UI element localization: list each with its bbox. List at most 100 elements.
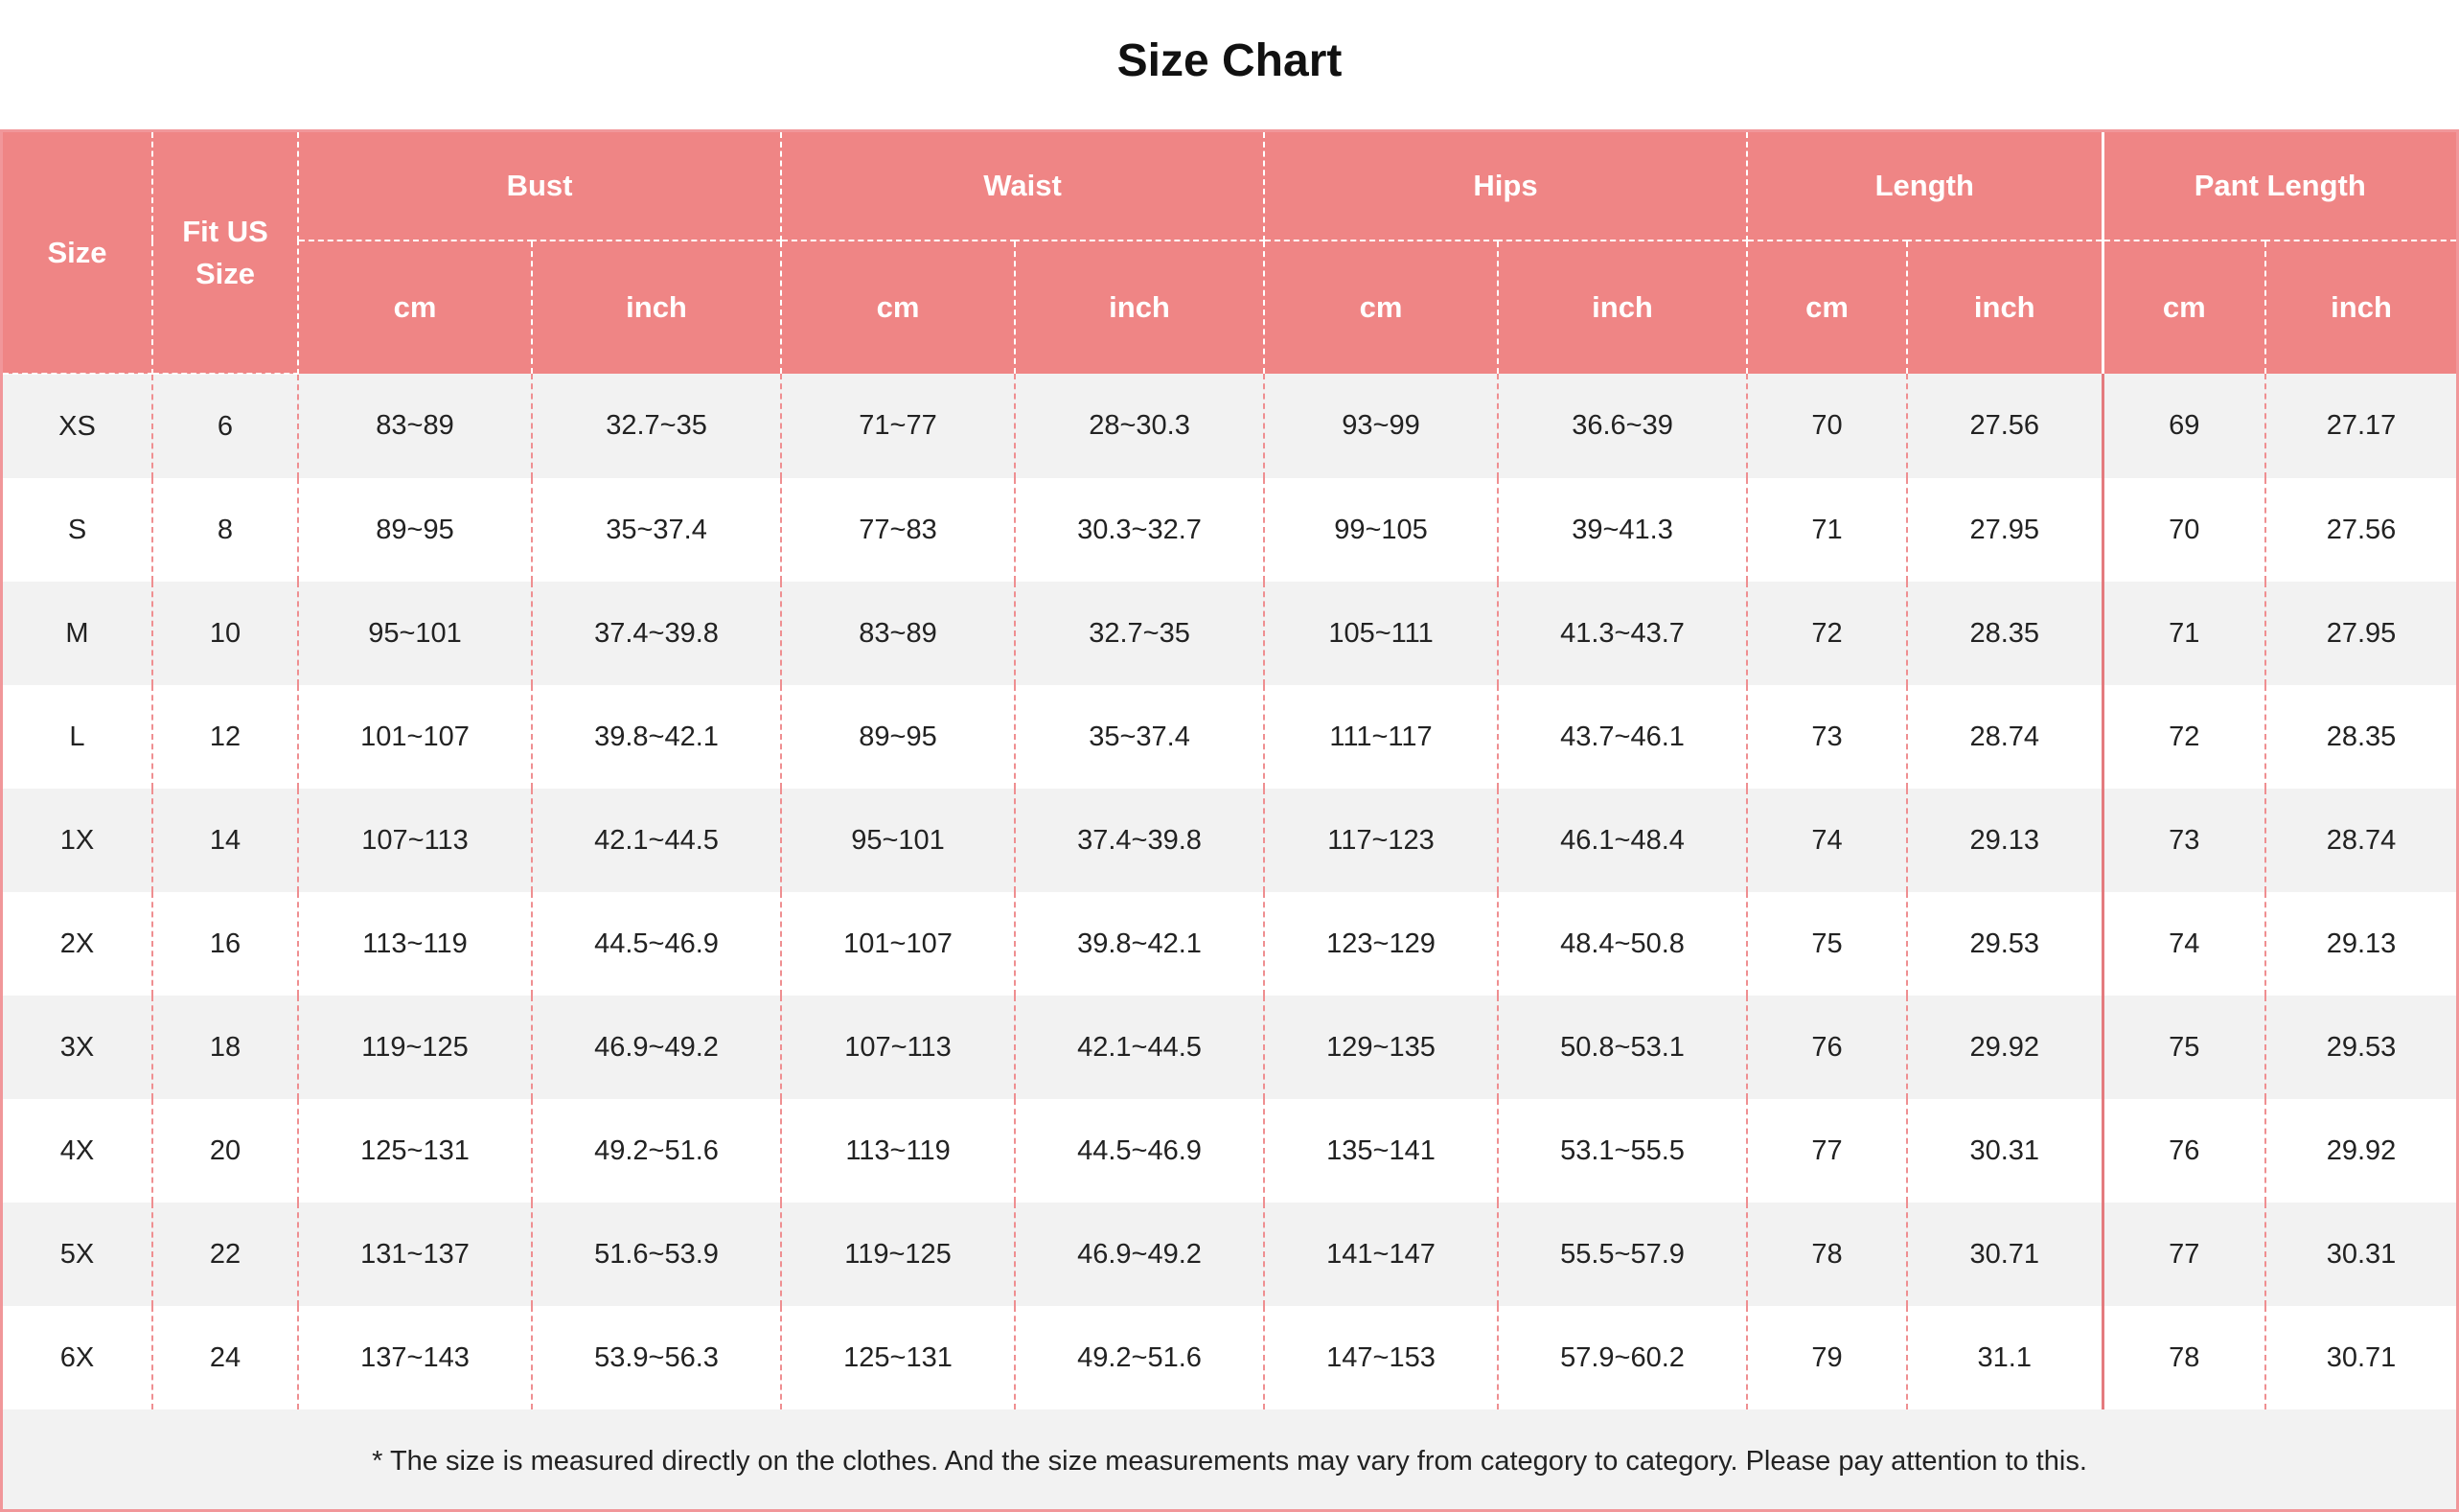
cell-length-inch: 27.95 bbox=[1907, 478, 2104, 582]
cell-length-cm: 73 bbox=[1747, 685, 1909, 789]
cell-hips-cm: 93~99 bbox=[1264, 374, 1500, 478]
header-hips-inch: inch bbox=[1498, 241, 1749, 374]
cell-waist-cm: 95~101 bbox=[781, 789, 1017, 892]
cell-size: 5X bbox=[3, 1203, 153, 1306]
header-hips: Hips bbox=[1264, 132, 1749, 241]
table-row: 1X 14 107~113 42.1~44.5 95~101 37.4~39.8 117~1… bbox=[3, 789, 2456, 892]
cell-length-inch: 30.71 bbox=[1907, 1203, 2104, 1306]
header-waist-cm: cm bbox=[781, 241, 1017, 374]
cell-size: XS bbox=[3, 374, 153, 478]
cell-size: 6X bbox=[3, 1306, 153, 1409]
cell-size: 2X bbox=[3, 892, 153, 996]
cell-waist-inch: 30.3~32.7 bbox=[1015, 478, 1266, 582]
cell-pant-length-cm: 78 bbox=[2103, 1306, 2267, 1409]
cell-waist-inch: 46.9~49.2 bbox=[1015, 1203, 1266, 1306]
cell-waist-cm: 89~95 bbox=[781, 685, 1017, 789]
cell-fit-us-size: 18 bbox=[152, 996, 299, 1099]
cell-size: 4X bbox=[3, 1099, 153, 1203]
cell-hips-inch: 53.1~55.5 bbox=[1498, 1099, 1749, 1203]
cell-hips-inch: 39~41.3 bbox=[1498, 478, 1749, 582]
cell-bust-inch: 44.5~46.9 bbox=[532, 892, 783, 996]
cell-fit-us-size: 22 bbox=[152, 1203, 299, 1306]
cell-waist-cm: 71~77 bbox=[781, 374, 1017, 478]
cell-pant-length-cm: 69 bbox=[2103, 374, 2267, 478]
cell-bust-inch: 51.6~53.9 bbox=[532, 1203, 783, 1306]
table-row: S 8 89~95 35~37.4 77~83 30.3~32.7 99~105 39~41.… bbox=[3, 478, 2456, 582]
cell-pant-length-inch: 30.31 bbox=[2265, 1203, 2456, 1306]
cell-bust-cm: 119~125 bbox=[298, 996, 533, 1099]
size-table: Size Fit US Size Bust Waist Hips Length … bbox=[3, 132, 2456, 1409]
size-chart: Size Fit US Size Bust Waist Hips Length … bbox=[0, 129, 2459, 1512]
cell-bust-inch: 53.9~56.3 bbox=[532, 1306, 783, 1409]
cell-hips-inch: 46.1~48.4 bbox=[1498, 789, 1749, 892]
cell-size: S bbox=[3, 478, 153, 582]
cell-hips-cm: 117~123 bbox=[1264, 789, 1500, 892]
cell-bust-cm: 113~119 bbox=[298, 892, 533, 996]
cell-hips-inch: 50.8~53.1 bbox=[1498, 996, 1749, 1099]
cell-waist-inch: 39.8~42.1 bbox=[1015, 892, 1266, 996]
header-fit-us-size: Fit US Size bbox=[152, 132, 299, 375]
cell-fit-us-size: 12 bbox=[152, 685, 299, 789]
cell-bust-inch: 39.8~42.1 bbox=[532, 685, 783, 789]
header-pant-length-cm: cm bbox=[2103, 241, 2267, 374]
cell-pant-length-cm: 73 bbox=[2103, 789, 2267, 892]
cell-length-inch: 31.1 bbox=[1907, 1306, 2104, 1409]
cell-pant-length-inch: 29.53 bbox=[2265, 996, 2456, 1099]
table-row: L 12 101~107 39.8~42.1 89~95 35~37.4 111~117 43… bbox=[3, 685, 2456, 789]
cell-hips-cm: 123~129 bbox=[1264, 892, 1500, 996]
header-length: Length bbox=[1747, 132, 2104, 241]
cell-bust-inch: 49.2~51.6 bbox=[532, 1099, 783, 1203]
table-row: XS 6 83~89 32.7~35 71~77 28~30.3 93~99 36.6~39 7… bbox=[3, 374, 2456, 478]
cell-length-cm: 70 bbox=[1747, 374, 1909, 478]
cell-size: M bbox=[3, 582, 153, 685]
header-hips-cm: cm bbox=[1264, 241, 1500, 374]
cell-size: 1X bbox=[3, 789, 153, 892]
table-body: XS 6 83~89 32.7~35 71~77 28~30.3 93~99 36.6~39 7… bbox=[3, 374, 2456, 1409]
cell-length-cm: 71 bbox=[1747, 478, 1909, 582]
cell-hips-cm: 111~117 bbox=[1264, 685, 1500, 789]
cell-bust-cm: 95~101 bbox=[298, 582, 533, 685]
cell-length-cm: 75 bbox=[1747, 892, 1909, 996]
header-size: Size bbox=[3, 132, 153, 375]
cell-length-cm: 77 bbox=[1747, 1099, 1909, 1203]
cell-size: 3X bbox=[3, 996, 153, 1099]
cell-bust-cm: 131~137 bbox=[298, 1203, 533, 1306]
cell-length-inch: 29.92 bbox=[1907, 996, 2104, 1099]
cell-waist-cm: 119~125 bbox=[781, 1203, 1017, 1306]
cell-waist-cm: 125~131 bbox=[781, 1306, 1017, 1409]
header-length-cm: cm bbox=[1747, 241, 1909, 374]
cell-bust-inch: 35~37.4 bbox=[532, 478, 783, 582]
cell-hips-cm: 147~153 bbox=[1264, 1306, 1500, 1409]
header-bust-inch: inch bbox=[532, 241, 783, 374]
cell-pant-length-cm: 70 bbox=[2103, 478, 2267, 582]
cell-hips-inch: 55.5~57.9 bbox=[1498, 1203, 1749, 1306]
cell-hips-inch: 48.4~50.8 bbox=[1498, 892, 1749, 996]
cell-pant-length-cm: 74 bbox=[2103, 892, 2267, 996]
cell-pant-length-inch: 27.56 bbox=[2265, 478, 2456, 582]
cell-waist-inch: 37.4~39.8 bbox=[1015, 789, 1266, 892]
cell-pant-length-inch: 27.17 bbox=[2265, 374, 2456, 478]
cell-fit-us-size: 8 bbox=[152, 478, 299, 582]
cell-waist-inch: 35~37.4 bbox=[1015, 685, 1266, 789]
cell-pant-length-cm: 72 bbox=[2103, 685, 2267, 789]
cell-pant-length-inch: 30.71 bbox=[2265, 1306, 2456, 1409]
page-title: Size Chart bbox=[1116, 35, 1343, 86]
cell-waist-cm: 101~107 bbox=[781, 892, 1017, 996]
cell-pant-length-inch: 29.13 bbox=[2265, 892, 2456, 996]
cell-bust-cm: 83~89 bbox=[298, 374, 533, 478]
cell-pant-length-cm: 75 bbox=[2103, 996, 2267, 1099]
cell-length-cm: 79 bbox=[1747, 1306, 1909, 1409]
cell-waist-cm: 113~119 bbox=[781, 1099, 1017, 1203]
cell-waist-inch: 42.1~44.5 bbox=[1015, 996, 1266, 1099]
cell-length-inch: 28.74 bbox=[1907, 685, 2104, 789]
cell-pant-length-cm: 71 bbox=[2103, 582, 2267, 685]
footnote: * The size is measured directly on the c… bbox=[3, 1409, 2456, 1509]
cell-waist-cm: 83~89 bbox=[781, 582, 1017, 685]
cell-pant-length-inch: 27.95 bbox=[2265, 582, 2456, 685]
cell-fit-us-size: 14 bbox=[152, 789, 299, 892]
cell-fit-us-size: 16 bbox=[152, 892, 299, 996]
cell-bust-cm: 137~143 bbox=[298, 1306, 533, 1409]
cell-waist-cm: 77~83 bbox=[781, 478, 1017, 582]
table-row: 2X 16 113~119 44.5~46.9 101~107 39.8~42.1 123~… bbox=[3, 892, 2456, 996]
cell-bust-cm: 101~107 bbox=[298, 685, 533, 789]
